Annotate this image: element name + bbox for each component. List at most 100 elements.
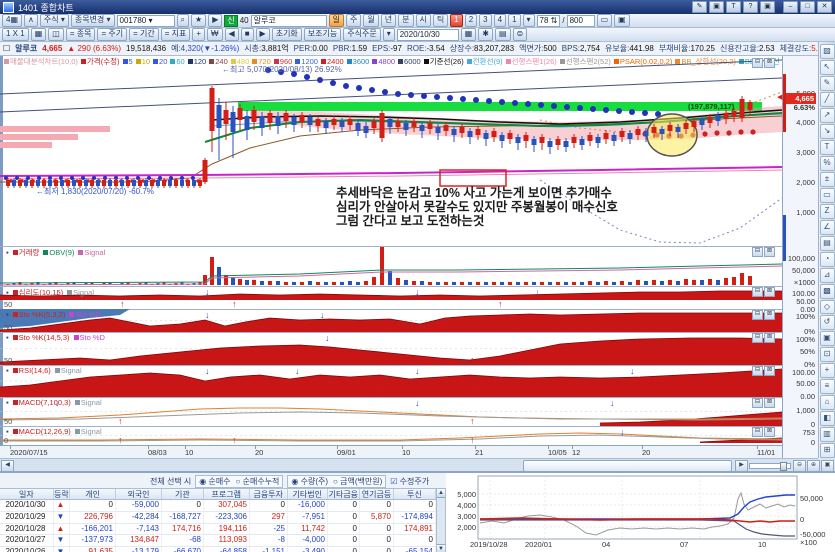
tick-count-tab-2[interactable]: 3: [479, 14, 491, 27]
draw-tool-icon-20[interactable]: +: [820, 363, 835, 378]
draw-tool-icon-0[interactable]: ▨: [820, 44, 835, 59]
bar-count-spinner[interactable]: 78 ⇅: [537, 15, 561, 27]
period-tab-일[interactable]: 일: [329, 14, 344, 27]
panel-minimize-button[interactable]: ⊟: [752, 398, 763, 408]
won-currency-icon[interactable]: ₩: [207, 28, 223, 41]
draw-tool-icon-17[interactable]: ↺: [820, 315, 835, 330]
investor-trend-chart[interactable]: 주가개인기관외국인 5,0004,0003,0002,00050,0000-50…: [446, 473, 835, 552]
titlebar-tool-icon-0[interactable]: ✎: [692, 1, 707, 13]
draw-tool-icon-22[interactable]: ⌂: [820, 395, 835, 410]
link-주기[interactable]: = 주기: [97, 28, 127, 41]
tick-count-tab-1[interactable]: 2: [465, 14, 477, 27]
draw-tool-icon-12[interactable]: ▤: [820, 236, 835, 251]
search-icon[interactable]: ⌕: [177, 14, 189, 27]
grid-icon[interactable]: ▦: [31, 28, 47, 41]
draw-tool-icon-4[interactable]: ↗: [820, 108, 835, 123]
toolbar1-tail-icon-0[interactable]: ▭: [597, 14, 613, 27]
period-tab-틱[interactable]: 틱: [433, 14, 448, 27]
draw-tool-icon-3[interactable]: ╱: [820, 92, 835, 107]
period-tab-주[interactable]: 주: [346, 14, 361, 27]
table-scrollbar[interactable]: ▲ ▼: [436, 488, 446, 552]
list-icon[interactable]: ▤: [495, 28, 511, 41]
zoom-slider-handle[interactable]: [780, 462, 787, 471]
draw-tool-icon-11[interactable]: ∠: [820, 220, 835, 235]
main-chart-minimize-button[interactable]: ⊟: [752, 58, 763, 68]
titlebar-tool-icon-1[interactable]: ▣: [709, 1, 724, 13]
table-row[interactable]: 2020/10/30▲0-59,0000307,0450-16,000000: [0, 500, 436, 512]
nav-next-button[interactable]: ▶: [256, 28, 270, 41]
radio-netbuy-0[interactable]: ◉ 순매수: [199, 476, 230, 487]
table-row[interactable]: 2020/10/27▼-137,973134,847-68113,093-8-4…: [0, 535, 436, 547]
draw-tool-icon-25[interactable]: ⊞: [820, 443, 835, 458]
tick-count-tab-0[interactable]: 1: [450, 14, 462, 27]
symbol-code-input[interactable]: 001780 ▾: [117, 15, 175, 27]
panel-minimize-button[interactable]: ⊟: [752, 427, 763, 437]
draw-tool-icon-21[interactable]: ≡: [820, 379, 835, 394]
tick-dropdown[interactable]: ▾: [523, 14, 535, 27]
panel-minimize-button[interactable]: ⊟: [752, 247, 763, 257]
crosshair-icon[interactable]: +: [192, 28, 205, 41]
maximize-button[interactable]: □: [800, 1, 815, 13]
nav-stop-button[interactable]: ■: [241, 28, 254, 41]
link-지표[interactable]: = 지표: [161, 28, 191, 41]
close-button[interactable]: ✕: [817, 1, 832, 13]
panel-close-button[interactable]: ⊠: [764, 333, 775, 343]
link-종목[interactable]: = 종목: [66, 28, 96, 41]
draw-tool-icon-5[interactable]: ↘: [820, 124, 835, 139]
tick-count-tab-3[interactable]: 4: [494, 14, 506, 27]
titlebar-tool-icon-2[interactable]: T: [726, 1, 741, 13]
calendar-icon[interactable]: ▦: [461, 28, 477, 41]
button-초기화[interactable]: 초기화: [272, 28, 302, 41]
draw-tool-icon-18[interactable]: ▣: [820, 331, 835, 346]
period-tab-월[interactable]: 월: [363, 14, 378, 27]
layout-button[interactable]: 1 X 1: [2, 28, 29, 41]
panel-minimize-button[interactable]: ⊟: [752, 287, 763, 297]
panel-minimize-button[interactable]: ⊟: [752, 333, 763, 343]
adjusted-price-checkbox[interactable]: ☑ 수정주가: [390, 476, 429, 487]
split-icon[interactable]: ◫: [48, 28, 64, 41]
draw-tool-icon-13[interactable]: ◔: [820, 252, 835, 267]
collapse-button[interactable]: ∧: [24, 14, 38, 27]
period-tab-분[interactable]: 분: [398, 14, 413, 27]
table-scroll-up[interactable]: ▲: [437, 489, 445, 498]
table-row[interactable]: 2020/10/26▼91,635-13,179-66,670-64,858-1…: [0, 547, 436, 552]
draw-tool-icon-1[interactable]: ↖: [820, 60, 835, 75]
radio-unit-0[interactable]: ◉ 수량(주): [291, 476, 328, 487]
draw-tool-icon-23[interactable]: ◧: [820, 411, 835, 426]
panel-close-button[interactable]: ⊠: [764, 247, 775, 257]
tick-count-tab-4[interactable]: 1: [508, 14, 520, 27]
bar-total-input[interactable]: 800: [567, 15, 595, 27]
indicator-panels-chart[interactable]: ↓↑↓↑↓↑↓↑↓↑↓↑↑↓↑↓↓↑↓↑↓↓↑↓↑↓↓↑↑↑↓↓: [0, 246, 782, 445]
date-input[interactable]: 2020/10/30: [397, 29, 459, 41]
period-tab-년[interactable]: 년: [381, 14, 396, 27]
radio-netbuy-1[interactable]: ○ 순매수누적: [236, 476, 280, 487]
order-dropdown[interactable]: ▾: [383, 28, 395, 41]
minimize-button[interactable]: –: [783, 1, 798, 13]
nav-prev-button[interactable]: ◀: [225, 28, 239, 41]
link-기간[interactable]: = 기간: [129, 28, 159, 41]
zoom-slider-track[interactable]: [749, 463, 791, 469]
panel-close-button[interactable]: ⊠: [764, 287, 775, 297]
panel-close-button[interactable]: ⊠: [764, 366, 775, 376]
info-checkbox[interactable]: ☐: [3, 44, 10, 53]
button-보조기능[interactable]: 보조기능: [304, 28, 341, 41]
link-chain-icon[interactable]: ⊜: [513, 28, 528, 41]
button-주식주문[interactable]: 주식주문: [343, 28, 380, 41]
draw-tool-icon-8[interactable]: ±: [820, 172, 835, 187]
table-scroll-down[interactable]: ▼: [437, 544, 445, 552]
draw-tool-icon-10[interactable]: Z: [820, 204, 835, 219]
draw-tool-icon-16[interactable]: ◇: [820, 300, 835, 315]
settings-icon[interactable]: ✱: [478, 28, 493, 41]
panel-close-button[interactable]: ⊠: [764, 398, 775, 408]
draw-tool-icon-2[interactable]: ✎: [820, 76, 835, 91]
draw-tool-icon-19[interactable]: ⊡: [820, 347, 835, 362]
panel-minimize-button[interactable]: ⊟: [752, 366, 763, 376]
table-row[interactable]: 2020/10/28▲-166,201-7,143174,716194,116-…: [0, 524, 436, 536]
period-tab-시[interactable]: 시: [416, 14, 431, 27]
symbol-change-select[interactable]: 종목변경 ▾: [71, 14, 115, 27]
radio-unit-1[interactable]: ○ 금액(백만원): [333, 476, 382, 487]
panel-minimize-button[interactable]: ⊟: [752, 310, 763, 320]
titlebar-tool-icon-4[interactable]: ▣: [760, 1, 775, 13]
play-icon[interactable]: ▶: [208, 14, 222, 27]
main-chart-close-button[interactable]: ⊠: [764, 58, 775, 68]
